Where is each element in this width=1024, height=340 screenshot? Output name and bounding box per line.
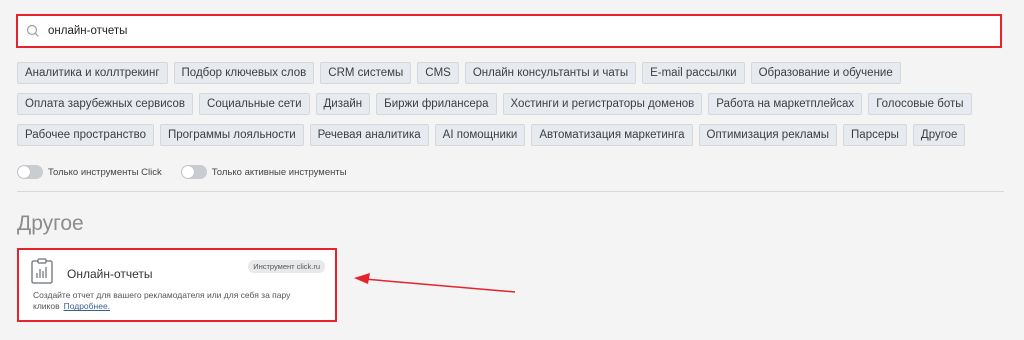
card-description: Создайте отчет для вашего рекламодателя … <box>33 290 328 313</box>
tag-ai-assistants[interactable]: AI помощники <box>434 124 526 146</box>
tag-row-3: Рабочее пространство Программы лояльност… <box>17 124 1007 146</box>
tag-row-1: Аналитика и коллтрекинг Подбор ключевых … <box>17 62 1007 84</box>
tag-design[interactable]: Дизайн <box>315 93 371 115</box>
more-link[interactable]: Подробнее. <box>64 301 110 311</box>
toggle-label: Только активные инструменты <box>211 166 347 178</box>
filter-toggles: Только инструменты Click Только активные… <box>17 165 366 179</box>
search-box[interactable] <box>16 14 1002 48</box>
tag-loyalty[interactable]: Программы лояльности <box>159 124 304 146</box>
tag-foreign-payments[interactable]: Оплата зарубежных сервисов <box>17 93 194 115</box>
tag-voice-bots[interactable]: Голосовые боты <box>868 93 972 115</box>
tag-row-2: Оплата зарубежных сервисов Социальные се… <box>17 93 1007 115</box>
tag-freelance[interactable]: Биржи фрилансера <box>376 93 497 115</box>
search-icon <box>26 24 39 37</box>
tag-analytics[interactable]: Аналитика и коллтрекинг <box>17 62 168 84</box>
tag-automation[interactable]: Автоматизация маркетинга <box>531 124 693 146</box>
tag-parsers[interactable]: Парсеры <box>843 124 907 146</box>
tool-badge: Инструмент click.ru <box>248 260 325 273</box>
tag-ad-optimization[interactable]: Оптимизация рекламы <box>698 124 838 146</box>
tool-card-online-reports[interactable]: Онлайн-отчеты Инструмент click.ru Создай… <box>17 248 337 322</box>
section-title: Другое <box>17 212 84 235</box>
tag-hosting[interactable]: Хостинги и регистраторы доменов <box>502 93 703 115</box>
divider <box>17 191 1004 192</box>
clipboard-report-icon <box>31 258 53 284</box>
tag-education[interactable]: Образование и обучение <box>750 62 901 84</box>
annotation-arrow-icon <box>354 273 516 293</box>
tag-crm[interactable]: CRM системы <box>320 62 412 84</box>
tag-online-chats[interactable]: Онлайн консультанты и чаты <box>464 62 637 84</box>
tag-keywords[interactable]: Подбор ключевых слов <box>173 62 315 84</box>
tag-other[interactable]: Другое <box>912 124 966 146</box>
toggle-label: Только инструменты Click <box>48 166 162 178</box>
toggle-switch[interactable] <box>180 165 207 179</box>
tag-email[interactable]: E-mail рассылки <box>642 62 745 84</box>
toggle-click-only[interactable]: Только инструменты Click <box>17 165 162 179</box>
toggle-active-only[interactable]: Только активные инструменты <box>180 165 347 179</box>
tag-speech-analytics[interactable]: Речевая аналитика <box>309 124 429 146</box>
category-tags: Аналитика и коллтрекинг Подбор ключевых … <box>17 62 1007 155</box>
tag-workspace[interactable]: Рабочее пространство <box>17 124 154 146</box>
search-input[interactable] <box>48 25 948 37</box>
card-title: Онлайн-отчеты <box>67 267 153 281</box>
tag-social[interactable]: Социальные сети <box>199 93 310 115</box>
toggle-switch[interactable] <box>17 165 43 179</box>
tag-cms[interactable]: CMS <box>417 62 459 84</box>
tag-marketplaces[interactable]: Работа на маркетплейсах <box>708 93 863 115</box>
